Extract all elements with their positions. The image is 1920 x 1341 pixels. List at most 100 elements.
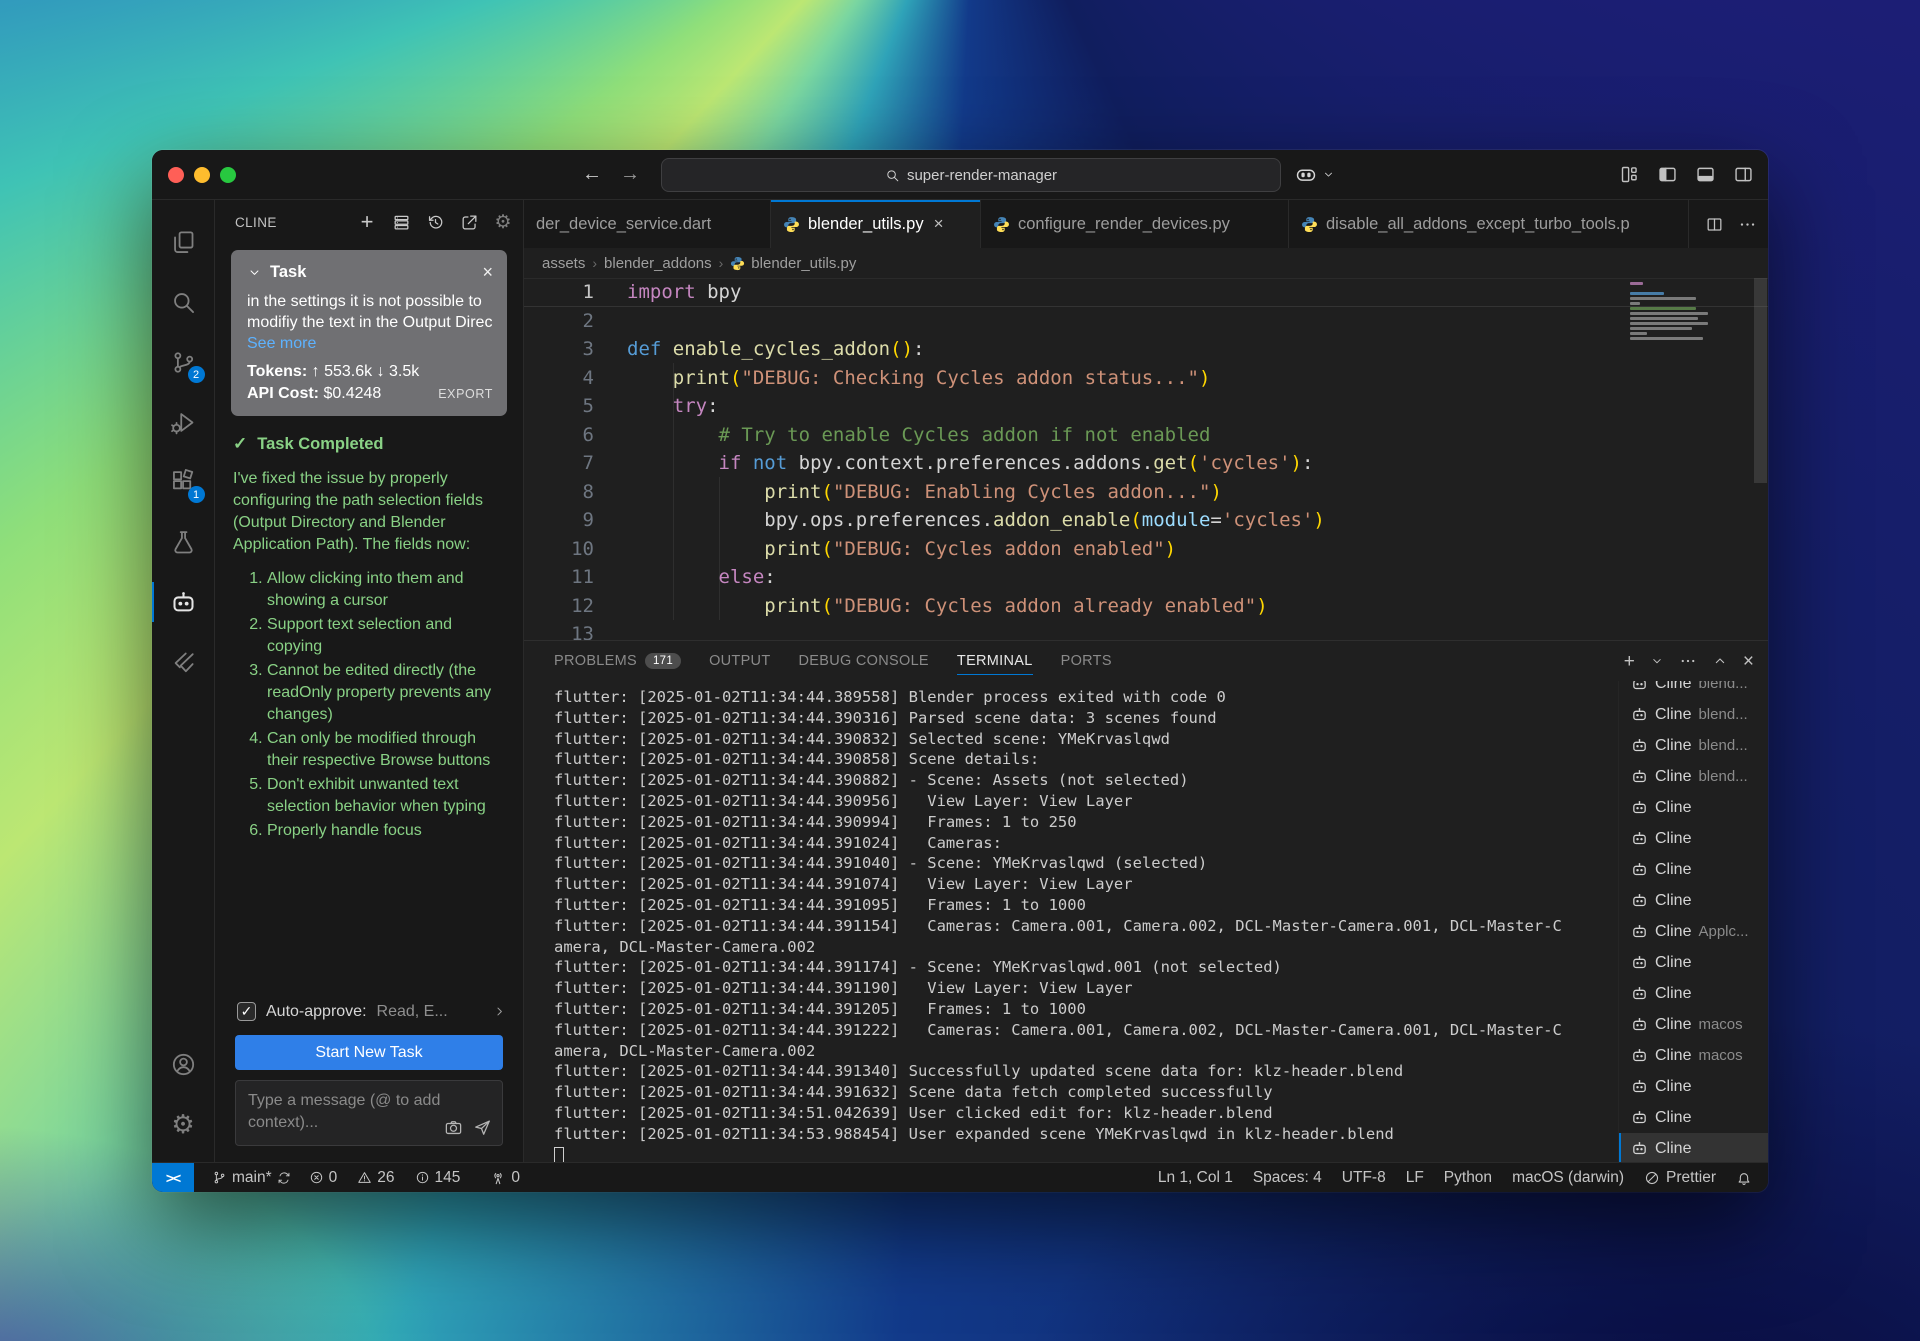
error-count: 0 xyxy=(329,1169,338,1187)
history-icon[interactable] xyxy=(425,212,445,232)
robot-icon xyxy=(1631,1109,1648,1126)
breadcrumb-item[interactable]: blender_addons xyxy=(604,255,712,272)
terminal-item-label: Cline xyxy=(1655,892,1691,910)
status-item-macos-darwin-[interactable]: macOS (darwin) xyxy=(1512,1163,1624,1192)
terminal-list-item[interactable]: Cline xyxy=(1619,823,1768,854)
close-panel-icon[interactable]: × xyxy=(1743,652,1754,671)
zoom-window-button[interactable] xyxy=(220,167,236,183)
new-terminal-icon[interactable]: + xyxy=(1624,652,1635,671)
toggle-panel-icon[interactable] xyxy=(1695,164,1716,185)
editor-tab[interactable]: der_device_service.dart xyxy=(524,200,771,248)
editor-tab[interactable]: configure_render_devices.py xyxy=(981,200,1289,248)
terminal-list-item[interactable]: Clineblend... xyxy=(1619,681,1768,699)
activity-bar-item-search[interactable] xyxy=(152,272,215,332)
mcp-servers-icon[interactable] xyxy=(391,212,411,232)
chevron-right-icon xyxy=(492,1004,507,1019)
export-button[interactable]: EXPORT xyxy=(438,387,493,401)
command-center-search[interactable]: super-render-manager xyxy=(661,158,1281,192)
see-more-link[interactable]: See more xyxy=(247,335,316,352)
remote-indicator[interactable]: >< xyxy=(152,1163,194,1192)
close-tab-icon[interactable]: × xyxy=(934,214,944,234)
open-in-editor-icon[interactable] xyxy=(459,212,479,232)
terminal-list-item[interactable]: ClineApplc... xyxy=(1619,916,1768,947)
status-item-prettier[interactable]: Prettier xyxy=(1644,1163,1716,1192)
auto-approve-row[interactable]: ✓ Auto-approve: Read, E... xyxy=(215,996,523,1027)
code-editor[interactable]: 1import bpy23def enable_cycles_addon():4… xyxy=(524,278,1768,640)
sync-icon[interactable] xyxy=(277,1171,291,1185)
settings-icon[interactable]: ⚙ xyxy=(493,212,513,232)
message-input[interactable]: Type a message (@ to add context)... xyxy=(235,1080,503,1146)
terminal-list-item[interactable]: Cline xyxy=(1619,1133,1768,1162)
breadcrumb-item[interactable]: assets xyxy=(542,255,585,272)
close-icon[interactable]: × xyxy=(482,262,493,283)
terminal-list-item[interactable]: Cline xyxy=(1619,978,1768,1009)
terminal-profile-dropdown-icon[interactable] xyxy=(1650,654,1664,668)
status-item-utf-8[interactable]: UTF-8 xyxy=(1342,1163,1386,1192)
activity-bar-item-accounts[interactable] xyxy=(152,1034,215,1094)
auto-approve-checkbox[interactable]: ✓ xyxy=(237,1002,256,1021)
activity-bar-item-explorer[interactable] xyxy=(152,212,215,272)
send-icon[interactable] xyxy=(473,1118,492,1137)
copilot-menu[interactable] xyxy=(1295,150,1335,199)
status-item-bell[interactable] xyxy=(1736,1163,1752,1192)
problems-status-item[interactable]: 026145 xyxy=(309,1163,461,1192)
terminal-list-item[interactable]: Cline xyxy=(1619,854,1768,885)
terminal-list-item[interactable]: Cline xyxy=(1619,885,1768,916)
activity-bar-item-extensions[interactable]: 1 xyxy=(152,452,215,512)
status-item-spaces-4[interactable]: Spaces: 4 xyxy=(1253,1163,1322,1192)
status-item-ln-1-col-1[interactable]: Ln 1, Col 1 xyxy=(1158,1163,1233,1192)
activity-bar-item-source-control[interactable]: 2 xyxy=(152,332,215,392)
terminal-list-item[interactable]: Clineblend... xyxy=(1619,699,1768,730)
go-back-icon[interactable]: ← xyxy=(582,163,602,186)
radio-tower-icon xyxy=(490,1170,506,1186)
breadcrumb-separator-icon: › xyxy=(592,255,597,271)
ports-status-item[interactable]: 0 xyxy=(490,1163,520,1192)
customize-layout-icon[interactable] xyxy=(1619,164,1640,185)
terminal-list-item[interactable]: Clinemacos xyxy=(1619,1040,1768,1071)
activity-bar-item-settings[interactable]: ⚙ xyxy=(152,1094,215,1154)
toggle-secondary-sidebar-icon[interactable] xyxy=(1733,164,1754,185)
panel-tab-debug-console[interactable]: DEBUG CONSOLE xyxy=(799,641,929,681)
terminal-list: Clineblend...Clineblend...Clineblend...C… xyxy=(1618,681,1768,1162)
activity-bar-item-flutter[interactable] xyxy=(152,632,215,692)
panel-tab-terminal[interactable]: TERMINAL xyxy=(957,641,1033,681)
terminal-list-item[interactable]: Clineblend... xyxy=(1619,761,1768,792)
panel-tab-output[interactable]: OUTPUT xyxy=(709,641,770,681)
status-item-lf[interactable]: LF xyxy=(1406,1163,1424,1192)
breadcrumb-item[interactable]: blender_utils.py xyxy=(730,255,856,272)
activity-bar-item-cline[interactable] xyxy=(152,572,215,632)
status-item-python[interactable]: Python xyxy=(1444,1163,1492,1192)
terminal-output[interactable]: flutter: [2025-01-02T11:34:44.389558] Bl… xyxy=(524,681,1618,1162)
split-editor-icon[interactable] xyxy=(1705,215,1724,234)
terminal-list-item[interactable]: Cline xyxy=(1619,1102,1768,1133)
terminal-list-item[interactable]: Clineblend... xyxy=(1619,730,1768,761)
toggle-primary-sidebar-icon[interactable] xyxy=(1657,164,1678,185)
editor-tab[interactable]: blender_utils.py× xyxy=(771,200,981,248)
maximize-panel-icon[interactable] xyxy=(1712,653,1728,669)
minimize-window-button[interactable] xyxy=(194,167,210,183)
terminal-list-item[interactable]: Cline xyxy=(1619,1071,1768,1102)
activity-bar-item-run-debug[interactable] xyxy=(152,392,215,452)
terminal-list-item[interactable]: Clinemacos xyxy=(1619,1009,1768,1040)
panel-more-actions-icon[interactable] xyxy=(1679,652,1697,670)
close-window-button[interactable] xyxy=(168,167,184,183)
line-number: 7 xyxy=(524,449,594,478)
minimap[interactable] xyxy=(1630,282,1712,345)
start-new-task-button[interactable]: Start New Task xyxy=(235,1035,503,1070)
activity-bar-item-testing[interactable] xyxy=(152,512,215,572)
code-line: 11 else: xyxy=(524,563,1768,592)
chevron-down-icon[interactable] xyxy=(247,265,262,280)
panel-tab-problems[interactable]: PROBLEMS171 xyxy=(554,641,681,681)
editor-tab[interactable]: disable_all_addons_except_turbo_tools.p xyxy=(1289,200,1689,248)
branch-status-item[interactable]: main* xyxy=(212,1163,291,1192)
more-actions-icon[interactable] xyxy=(1738,215,1757,234)
editor-scrollbar[interactable] xyxy=(1754,278,1767,483)
terminal-list-item[interactable]: Cline xyxy=(1619,792,1768,823)
new-task-icon[interactable]: + xyxy=(357,212,377,232)
terminal-item-label: Cline xyxy=(1655,861,1691,879)
terminal-list-item[interactable]: Cline xyxy=(1619,947,1768,978)
go-forward-icon[interactable]: → xyxy=(620,163,640,186)
code-line: 2 xyxy=(524,307,1768,336)
panel-tab-ports[interactable]: PORTS xyxy=(1061,641,1112,681)
camera-icon[interactable] xyxy=(444,1118,463,1137)
